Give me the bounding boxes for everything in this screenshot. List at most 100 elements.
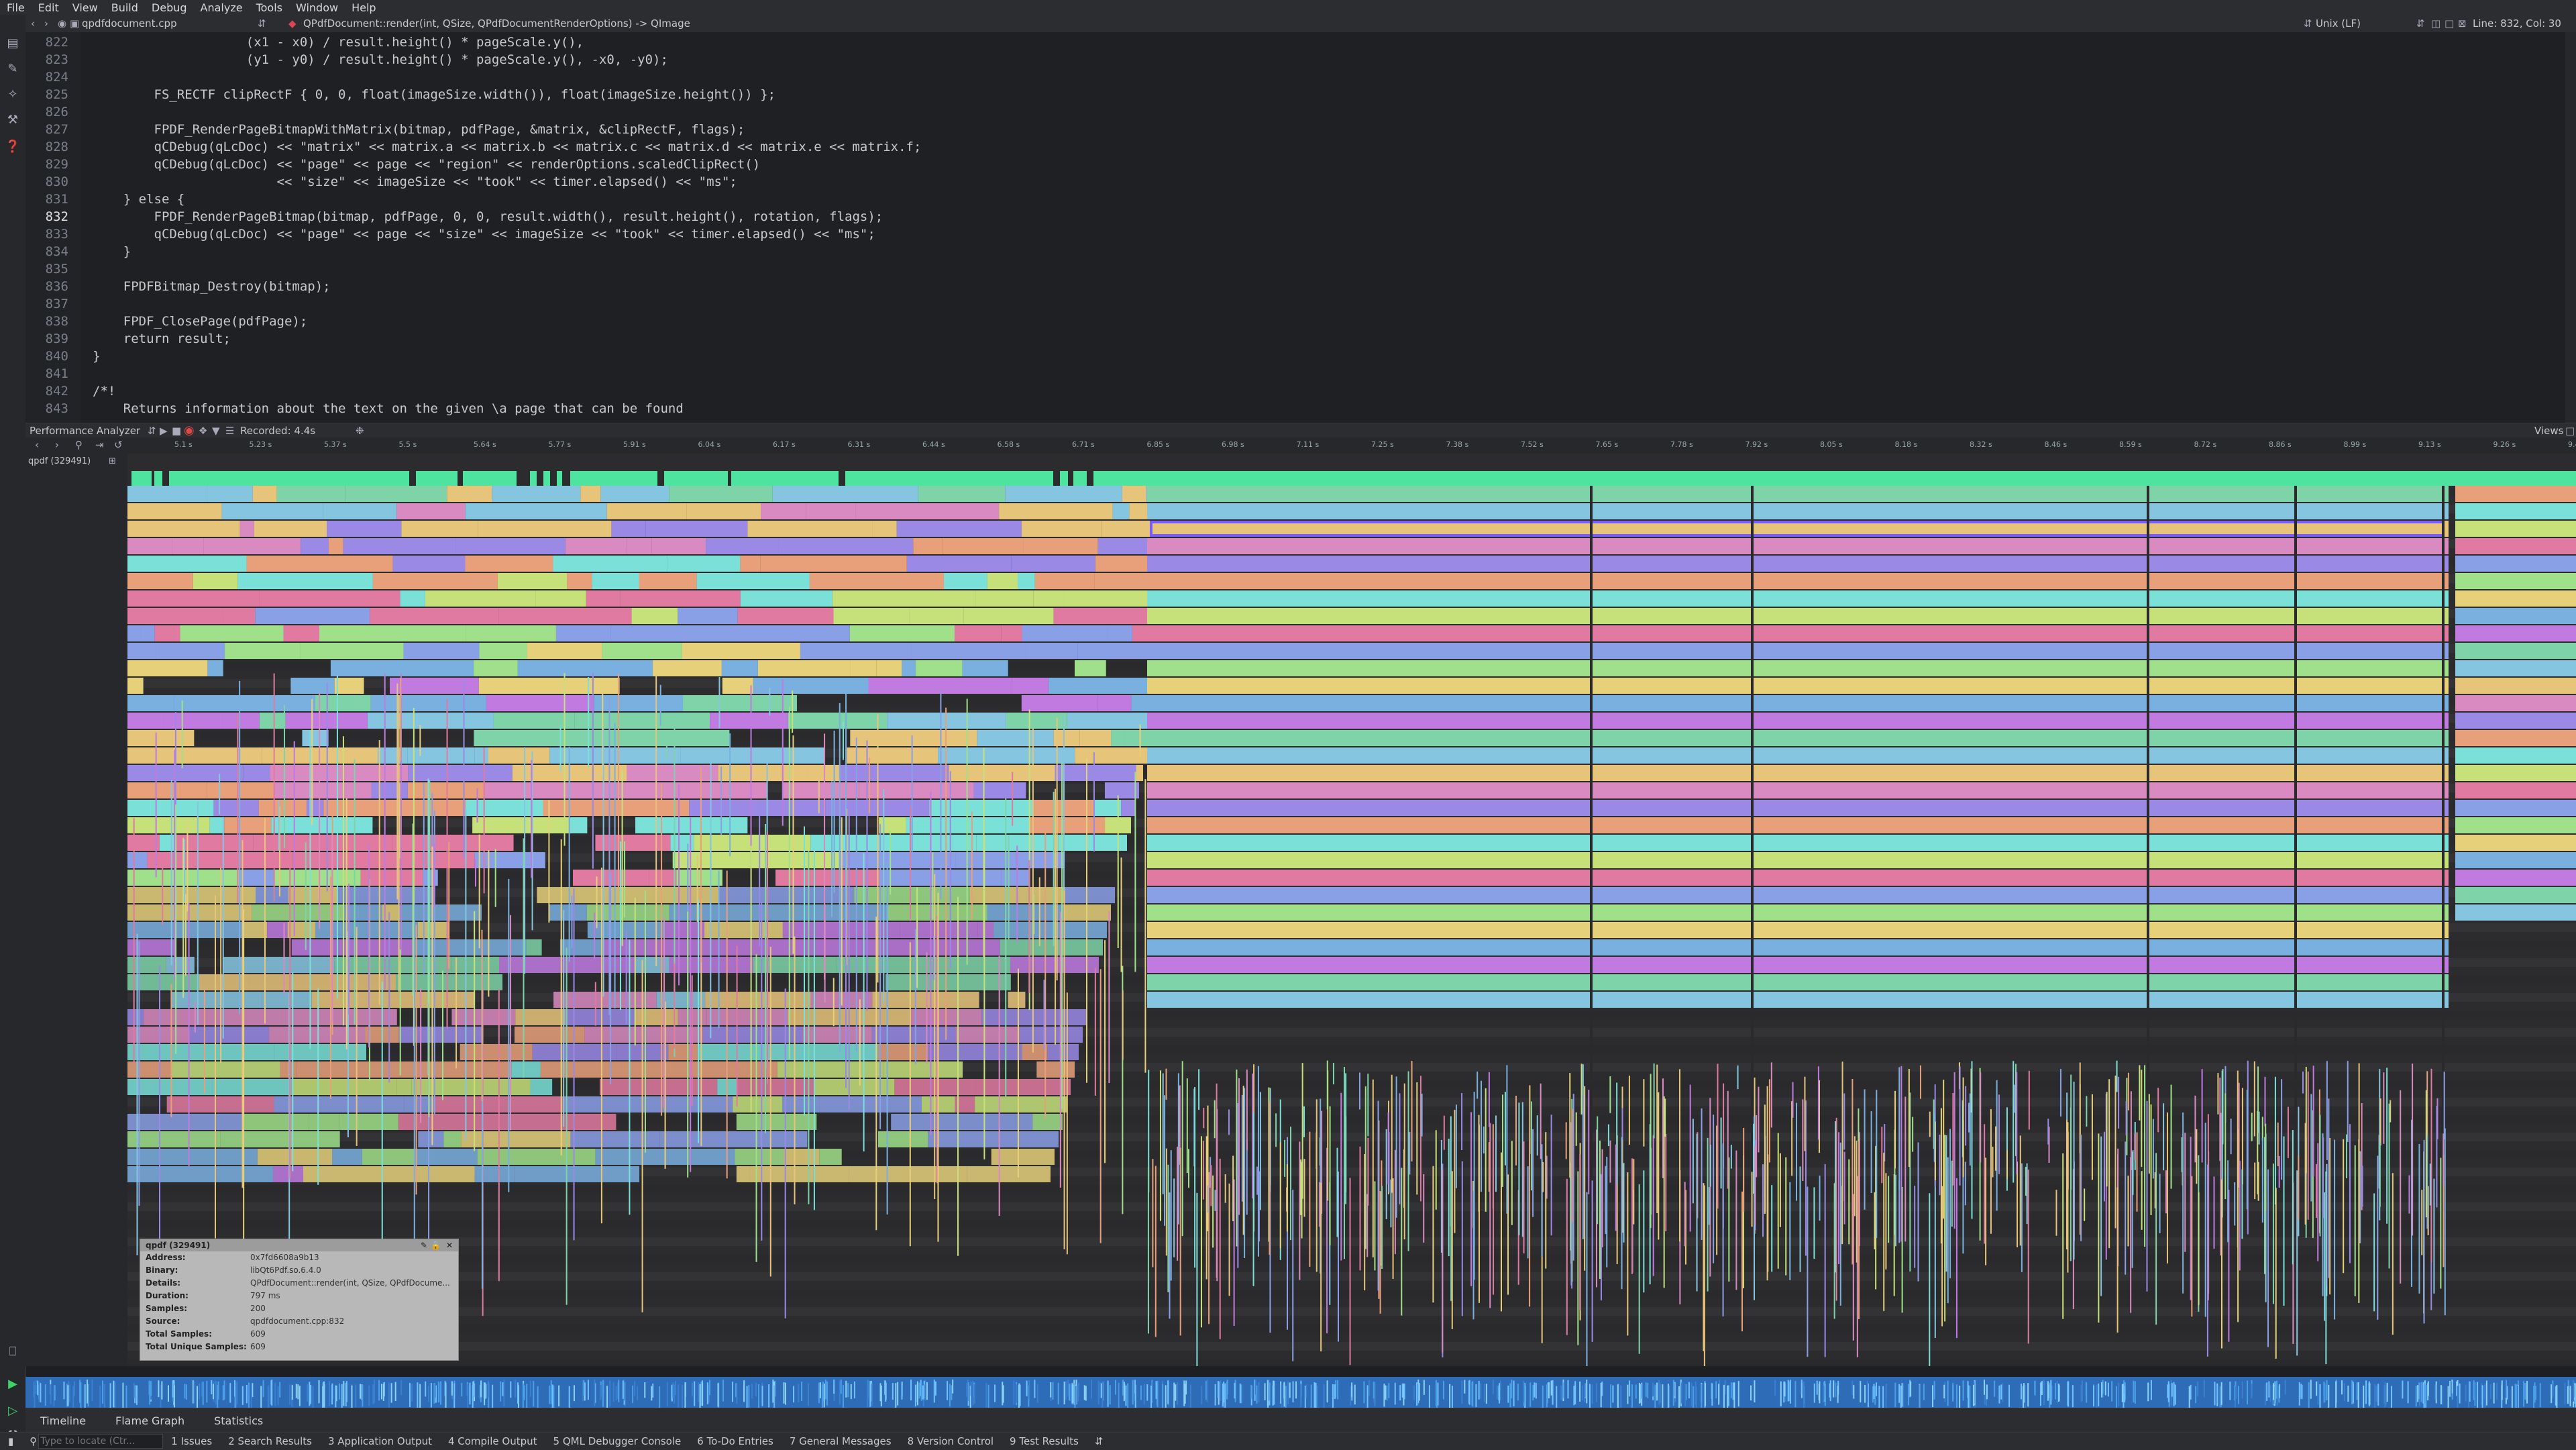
flame-frame[interactable]: [1032, 887, 1064, 903]
flame-frame[interactable]: [390, 678, 479, 694]
reset-icon[interactable]: ↺: [114, 439, 123, 451]
flame-frame[interactable]: [877, 1131, 928, 1147]
sample-line[interactable]: [317, 988, 319, 1185]
sample-line[interactable]: [1864, 1089, 1866, 1210]
sample-line[interactable]: [2329, 1137, 2331, 1295]
flame-frame[interactable]: [595, 835, 671, 851]
flame-frame[interactable]: [586, 904, 669, 921]
flame-frame[interactable]: [849, 625, 955, 641]
sample-line[interactable]: [759, 802, 761, 947]
sample-line[interactable]: [1841, 1061, 1843, 1202]
flame-frame[interactable]: [1001, 625, 1022, 641]
sample-line[interactable]: [1326, 1060, 1328, 1110]
sample-line[interactable]: [1392, 1178, 1394, 1279]
flame-frame[interactable]: [222, 713, 260, 729]
flame-frame[interactable]: [240, 870, 274, 886]
sample-line[interactable]: [2141, 1070, 2143, 1168]
flame-frame[interactable]: [403, 643, 480, 659]
flame-frame[interactable]: [484, 782, 623, 798]
activity-segment[interactable]: [463, 471, 517, 486]
sample-line[interactable]: [1807, 1186, 1809, 1357]
tab-timeline[interactable]: Timeline: [25, 1414, 101, 1427]
flame-frame[interactable]: [166, 1096, 274, 1112]
flame-frame[interactable]: [1147, 538, 2449, 554]
sample-line[interactable]: [1056, 718, 1058, 981]
sample-line[interactable]: [1286, 1164, 1288, 1232]
menu-view[interactable]: View: [66, 1, 105, 14]
sample-line[interactable]: [1565, 1122, 1567, 1159]
flame-frame[interactable]: [300, 643, 404, 659]
sample-line[interactable]: [1448, 1139, 1450, 1257]
sample-line[interactable]: [808, 851, 810, 1204]
flame-frame[interactable]: [772, 486, 918, 502]
flame-frame[interactable]: [362, 1149, 415, 1165]
sample-line[interactable]: [1908, 1069, 1910, 1168]
flame-frame[interactable]: [2455, 643, 2576, 659]
sample-line[interactable]: [608, 696, 610, 1015]
sample-line[interactable]: [415, 925, 417, 1195]
flame-frame[interactable]: [2455, 852, 2576, 868]
sample-line[interactable]: [2059, 1069, 2061, 1117]
code-line[interactable]: qCDebug(qLcDoc) << "matrix" << matrix.a …: [93, 140, 922, 154]
perf-tool-selector[interactable]: Performance Analyzer: [30, 425, 140, 437]
flame-frame[interactable]: [127, 590, 260, 607]
flame-frame[interactable]: [159, 835, 176, 851]
flame-frame[interactable]: [1036, 1061, 1075, 1078]
sample-line[interactable]: [1043, 980, 1045, 1050]
sample-line[interactable]: [1701, 1108, 1703, 1240]
sample-line[interactable]: [273, 673, 275, 902]
next-icon[interactable]: ›: [55, 439, 59, 451]
flame-frame[interactable]: [486, 695, 594, 711]
sample-line[interactable]: [843, 721, 845, 760]
open-file-selector[interactable]: qpdfdocument.cpp: [82, 17, 177, 30]
sample-line[interactable]: [2373, 1193, 2375, 1312]
sample-line[interactable]: [2198, 1192, 2200, 1305]
sample-line[interactable]: [2027, 1170, 2029, 1344]
sample-line[interactable]: [182, 837, 184, 998]
split-icon[interactable]: ◫: [2431, 17, 2440, 30]
sample-line[interactable]: [2312, 1066, 2314, 1177]
sample-line[interactable]: [1964, 1161, 1966, 1206]
sample-line[interactable]: [916, 887, 918, 988]
sample-line[interactable]: [2224, 1093, 2226, 1200]
sample-line[interactable]: [399, 949, 401, 1076]
sample-line[interactable]: [2100, 1136, 2102, 1296]
sample-line[interactable]: [498, 988, 500, 1282]
sample-line[interactable]: [2196, 1129, 2198, 1184]
sample-line[interactable]: [1703, 1183, 1705, 1351]
flame-frame[interactable]: [141, 625, 155, 641]
sample-line[interactable]: [138, 941, 140, 1206]
flame-frame[interactable]: [2455, 887, 2576, 903]
sample-line[interactable]: [2146, 1100, 2148, 1292]
sample-line[interactable]: [1208, 1172, 1210, 1325]
flame-frame[interactable]: [1147, 992, 2449, 1008]
sample-line[interactable]: [596, 876, 598, 929]
sample-line[interactable]: [378, 740, 380, 1005]
flame-frame[interactable]: [610, 625, 710, 641]
sample-line[interactable]: [1165, 1068, 1167, 1100]
code-line[interactable]: qCDebug(qLcDoc) << "page" << page << "re…: [93, 157, 761, 172]
flame-frame[interactable]: [466, 625, 556, 641]
flame-frame[interactable]: [1147, 625, 2449, 641]
sample-line[interactable]: [1607, 1124, 1609, 1147]
flame-frame[interactable]: [973, 782, 1026, 798]
sample-line[interactable]: [2328, 1098, 2330, 1278]
sample-line[interactable]: [1530, 1101, 1532, 1191]
output-pane-qml-console[interactable]: 5 QML Debugger Console: [545, 1435, 690, 1447]
flame-frame[interactable]: [311, 992, 420, 1008]
flame-frame[interactable]: [2455, 870, 2576, 886]
sample-line[interactable]: [813, 847, 815, 1210]
sample-line[interactable]: [1939, 1135, 1941, 1196]
flame-frame[interactable]: [170, 992, 262, 1008]
sample-line[interactable]: [2263, 1137, 2265, 1274]
sample-line[interactable]: [971, 811, 973, 921]
flame-frame[interactable]: [1147, 503, 2449, 519]
sample-line[interactable]: [356, 927, 358, 1146]
sample-line[interactable]: [1108, 911, 1110, 1084]
sample-line[interactable]: [423, 782, 425, 974]
sample-line[interactable]: [1943, 1080, 1945, 1219]
sample-line[interactable]: [859, 999, 861, 1086]
sample-line[interactable]: [2182, 1112, 2184, 1294]
record-icon[interactable]: ◉: [184, 423, 195, 437]
help-icon[interactable]: ❓: [4, 138, 21, 156]
